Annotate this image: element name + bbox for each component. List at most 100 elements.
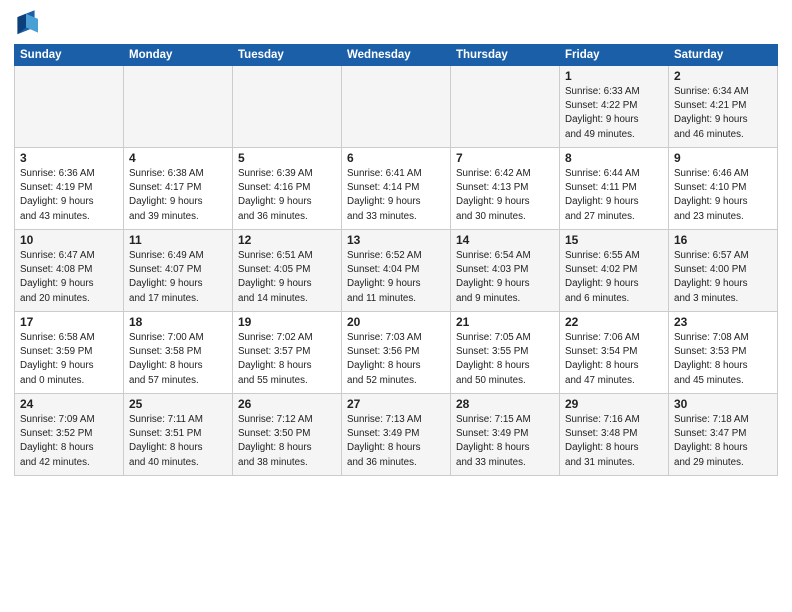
day-number: 22 bbox=[565, 315, 663, 329]
day-number: 10 bbox=[20, 233, 118, 247]
day-cell bbox=[124, 66, 233, 148]
day-info: Sunrise: 7:09 AM Sunset: 3:52 PM Dayligh… bbox=[20, 413, 118, 470]
day-cell: 30 Sunrise: 7:18 AM Sunset: 3:47 PM Dayli… bbox=[669, 394, 778, 476]
day-cell: 8 Sunrise: 6:44 AM Sunset: 4:11 PM Daylig… bbox=[560, 148, 669, 230]
day-number: 28 bbox=[456, 397, 554, 411]
col-header-monday: Monday bbox=[124, 45, 233, 66]
day-info: Sunrise: 6:51 AM Sunset: 4:05 PM Dayligh… bbox=[238, 249, 336, 306]
day-info: Sunrise: 6:42 AM Sunset: 4:13 PM Dayligh… bbox=[456, 167, 554, 224]
day-number: 20 bbox=[347, 315, 445, 329]
col-header-thursday: Thursday bbox=[451, 45, 560, 66]
day-cell: 23Sunrise: 7:08 AM Sunset: 3:53 PM Dayli… bbox=[669, 312, 778, 394]
day-cell: 12 Sunrise: 6:51 AM Sunset: 4:05 PM Dayli… bbox=[233, 230, 342, 312]
day-cell: 29 Sunrise: 7:16 AM Sunset: 3:48 PM Dayli… bbox=[560, 394, 669, 476]
day-info: Sunrise: 7:11 AM Sunset: 3:51 PM Dayligh… bbox=[129, 413, 227, 470]
day-number: 27 bbox=[347, 397, 445, 411]
day-cell: 18 Sunrise: 7:00 AM Sunset: 3:58 PM Dayli… bbox=[124, 312, 233, 394]
day-number: 30 bbox=[674, 397, 772, 411]
day-info: Sunrise: 7:15 AM Sunset: 3:49 PM Dayligh… bbox=[456, 413, 554, 470]
day-info: Sunrise: 6:46 AM Sunset: 4:10 PM Dayligh… bbox=[674, 167, 772, 224]
day-number: 1 bbox=[565, 69, 663, 83]
day-number: 13 bbox=[347, 233, 445, 247]
day-number: 29 bbox=[565, 397, 663, 411]
logo bbox=[14, 10, 42, 38]
day-cell: 25Sunrise: 7:11 AM Sunset: 3:51 PM Dayli… bbox=[124, 394, 233, 476]
day-cell: 19 Sunrise: 7:02 AM Sunset: 3:57 PM Dayli… bbox=[233, 312, 342, 394]
col-header-wednesday: Wednesday bbox=[342, 45, 451, 66]
header-row: SundayMondayTuesdayWednesdayThursdayFrid… bbox=[15, 45, 778, 66]
day-info: Sunrise: 7:08 AM Sunset: 3:53 PM Dayligh… bbox=[674, 331, 772, 388]
day-info: Sunrise: 7:18 AM Sunset: 3:47 PM Dayligh… bbox=[674, 413, 772, 470]
day-cell: 15 Sunrise: 6:55 AM Sunset: 4:02 PM Dayli… bbox=[560, 230, 669, 312]
day-info: Sunrise: 6:36 AM Sunset: 4:19 PM Dayligh… bbox=[20, 167, 118, 224]
day-number: 3 bbox=[20, 151, 118, 165]
day-number: 9 bbox=[674, 151, 772, 165]
col-header-saturday: Saturday bbox=[669, 45, 778, 66]
day-cell: 6 Sunrise: 6:41 AM Sunset: 4:14 PM Daylig… bbox=[342, 148, 451, 230]
day-info: Sunrise: 7:06 AM Sunset: 3:54 PM Dayligh… bbox=[565, 331, 663, 388]
day-info: Sunrise: 6:57 AM Sunset: 4:00 PM Dayligh… bbox=[674, 249, 772, 306]
day-cell: 3 Sunrise: 6:36 AM Sunset: 4:19 PM Daylig… bbox=[15, 148, 124, 230]
day-cell: 27 Sunrise: 7:13 AM Sunset: 3:49 PM Dayli… bbox=[342, 394, 451, 476]
week-row-1: 1 Sunrise: 6:33 AM Sunset: 4:22 PM Daylig… bbox=[15, 66, 778, 148]
day-cell: 14 Sunrise: 6:54 AM Sunset: 4:03 PM Dayli… bbox=[451, 230, 560, 312]
day-cell: 24 Sunrise: 7:09 AM Sunset: 3:52 PM Dayli… bbox=[15, 394, 124, 476]
day-cell: 21 Sunrise: 7:05 AM Sunset: 3:55 PM Dayli… bbox=[451, 312, 560, 394]
week-row-2: 3 Sunrise: 6:36 AM Sunset: 4:19 PM Daylig… bbox=[15, 148, 778, 230]
day-number: 7 bbox=[456, 151, 554, 165]
day-info: Sunrise: 7:03 AM Sunset: 3:56 PM Dayligh… bbox=[347, 331, 445, 388]
day-cell: 13Sunrise: 6:52 AM Sunset: 4:04 PM Dayli… bbox=[342, 230, 451, 312]
day-cell: 9 Sunrise: 6:46 AM Sunset: 4:10 PM Daylig… bbox=[669, 148, 778, 230]
day-info: Sunrise: 6:55 AM Sunset: 4:02 PM Dayligh… bbox=[565, 249, 663, 306]
day-info: Sunrise: 6:41 AM Sunset: 4:14 PM Dayligh… bbox=[347, 167, 445, 224]
page-container: SundayMondayTuesdayWednesdayThursdayFrid… bbox=[0, 0, 792, 612]
day-info: Sunrise: 7:13 AM Sunset: 3:49 PM Dayligh… bbox=[347, 413, 445, 470]
day-number: 12 bbox=[238, 233, 336, 247]
day-info: Sunrise: 6:58 AM Sunset: 3:59 PM Dayligh… bbox=[20, 331, 118, 388]
day-cell: 28 Sunrise: 7:15 AM Sunset: 3:49 PM Dayli… bbox=[451, 394, 560, 476]
header bbox=[14, 10, 778, 38]
day-info: Sunrise: 7:05 AM Sunset: 3:55 PM Dayligh… bbox=[456, 331, 554, 388]
day-info: Sunrise: 6:47 AM Sunset: 4:08 PM Dayligh… bbox=[20, 249, 118, 306]
day-cell: 2 Sunrise: 6:34 AM Sunset: 4:21 PM Daylig… bbox=[669, 66, 778, 148]
day-number: 24 bbox=[20, 397, 118, 411]
day-cell: 17 Sunrise: 6:58 AM Sunset: 3:59 PM Dayli… bbox=[15, 312, 124, 394]
day-cell: 1 Sunrise: 6:33 AM Sunset: 4:22 PM Daylig… bbox=[560, 66, 669, 148]
day-cell: 10 Sunrise: 6:47 AM Sunset: 4:08 PM Dayli… bbox=[15, 230, 124, 312]
day-cell bbox=[451, 66, 560, 148]
col-header-sunday: Sunday bbox=[15, 45, 124, 66]
day-info: Sunrise: 6:39 AM Sunset: 4:16 PM Dayligh… bbox=[238, 167, 336, 224]
day-cell bbox=[233, 66, 342, 148]
day-number: 6 bbox=[347, 151, 445, 165]
week-row-3: 10 Sunrise: 6:47 AM Sunset: 4:08 PM Dayli… bbox=[15, 230, 778, 312]
day-cell: 11Sunrise: 6:49 AM Sunset: 4:07 PM Dayli… bbox=[124, 230, 233, 312]
day-number: 4 bbox=[129, 151, 227, 165]
day-number: 8 bbox=[565, 151, 663, 165]
day-info: Sunrise: 6:54 AM Sunset: 4:03 PM Dayligh… bbox=[456, 249, 554, 306]
day-info: Sunrise: 6:33 AM Sunset: 4:22 PM Dayligh… bbox=[565, 85, 663, 142]
day-number: 17 bbox=[20, 315, 118, 329]
day-cell: 5 Sunrise: 6:39 AM Sunset: 4:16 PM Daylig… bbox=[233, 148, 342, 230]
day-cell: 7 Sunrise: 6:42 AM Sunset: 4:13 PM Daylig… bbox=[451, 148, 560, 230]
day-number: 21 bbox=[456, 315, 554, 329]
day-info: Sunrise: 6:38 AM Sunset: 4:17 PM Dayligh… bbox=[129, 167, 227, 224]
day-info: Sunrise: 7:16 AM Sunset: 3:48 PM Dayligh… bbox=[565, 413, 663, 470]
day-info: Sunrise: 7:00 AM Sunset: 3:58 PM Dayligh… bbox=[129, 331, 227, 388]
week-row-4: 17 Sunrise: 6:58 AM Sunset: 3:59 PM Dayli… bbox=[15, 312, 778, 394]
day-info: Sunrise: 7:02 AM Sunset: 3:57 PM Dayligh… bbox=[238, 331, 336, 388]
day-cell: 4 Sunrise: 6:38 AM Sunset: 4:17 PM Daylig… bbox=[124, 148, 233, 230]
day-cell: 16 Sunrise: 6:57 AM Sunset: 4:00 PM Dayli… bbox=[669, 230, 778, 312]
day-info: Sunrise: 6:44 AM Sunset: 4:11 PM Dayligh… bbox=[565, 167, 663, 224]
day-number: 14 bbox=[456, 233, 554, 247]
day-number: 16 bbox=[674, 233, 772, 247]
day-cell: 22 Sunrise: 7:06 AM Sunset: 3:54 PM Dayli… bbox=[560, 312, 669, 394]
day-number: 15 bbox=[565, 233, 663, 247]
day-info: Sunrise: 6:34 AM Sunset: 4:21 PM Dayligh… bbox=[674, 85, 772, 142]
col-header-tuesday: Tuesday bbox=[233, 45, 342, 66]
day-number: 26 bbox=[238, 397, 336, 411]
day-number: 19 bbox=[238, 315, 336, 329]
day-cell: 20 Sunrise: 7:03 AM Sunset: 3:56 PM Dayli… bbox=[342, 312, 451, 394]
day-number: 2 bbox=[674, 69, 772, 83]
day-number: 18 bbox=[129, 315, 227, 329]
day-number: 5 bbox=[238, 151, 336, 165]
